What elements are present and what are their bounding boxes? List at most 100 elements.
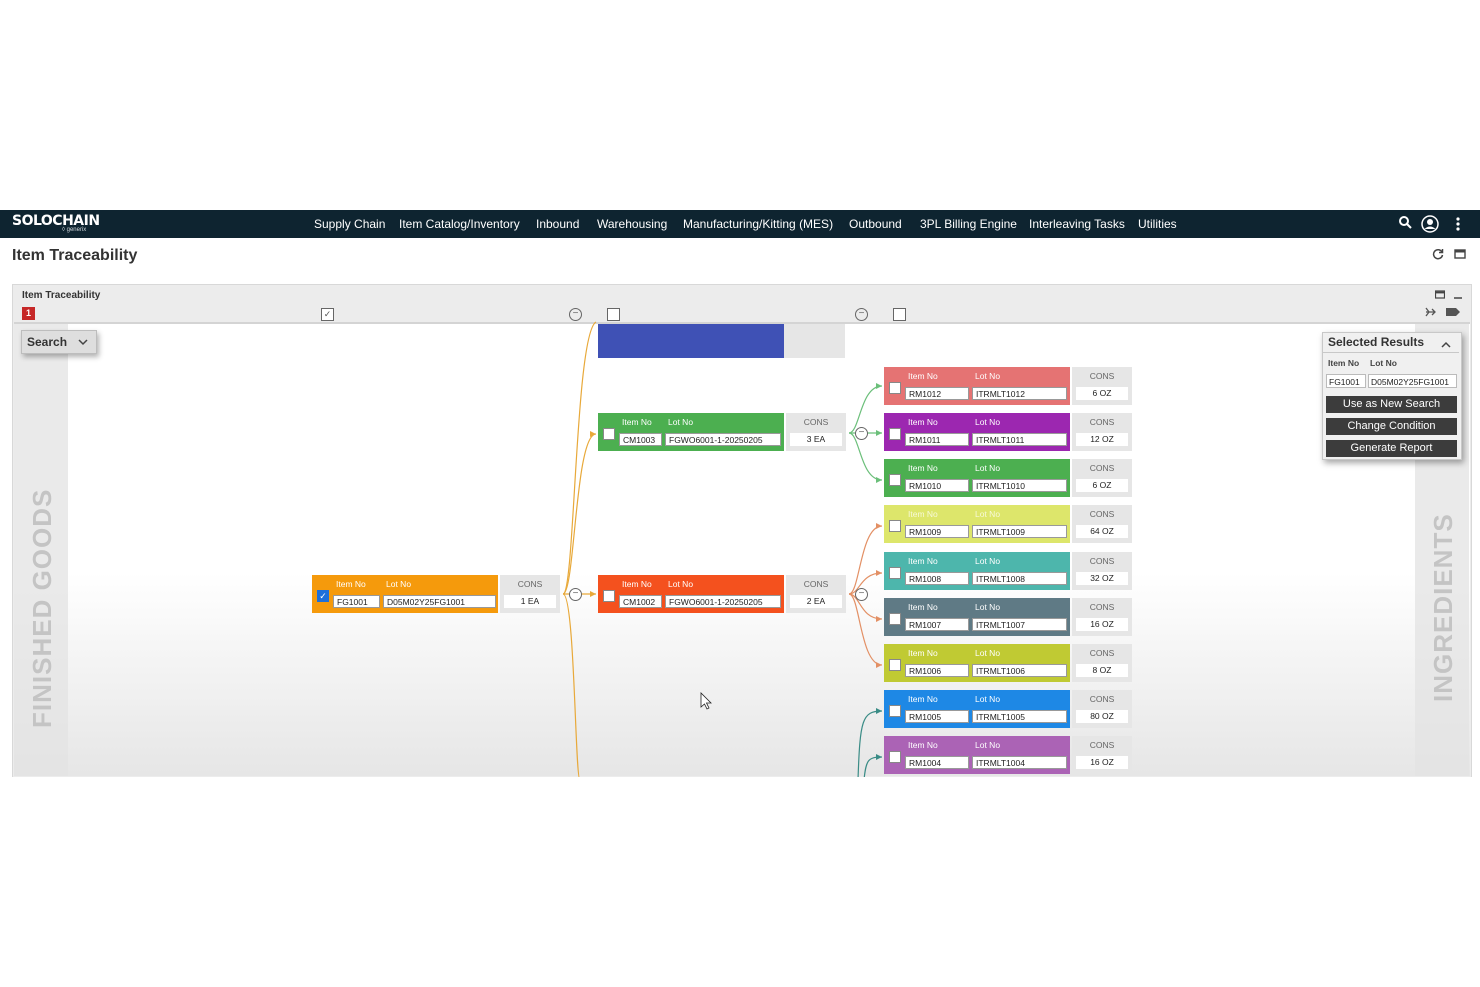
cons-value: 1 EA [504,595,556,608]
cons-box: CONS 64 OZ [1072,505,1132,543]
item-no-value: RM1005 [905,710,969,723]
cons-label: CONS [1089,740,1115,750]
trace-node-rm1009[interactable]: Item No Lot No RM1009 ITRMLT1009 CONS 64… [884,505,1132,543]
item-no-label: Item No [908,602,938,612]
item-no-label: Item No [908,371,938,381]
node-checkbox[interactable] [889,428,901,440]
item-no-label: Item No [908,694,938,704]
lot-no-label: Lot No [668,579,694,589]
change-condition-button[interactable]: Change Condition [1326,418,1457,435]
lot-no-label: Lot No [975,648,1001,658]
selected-col-lot-no: Lot No [1370,358,1397,368]
lot-no-value: ITRMLT1009 [972,525,1067,538]
trace-node-partial[interactable] [598,324,784,358]
cons-box: CONS 2 EA [786,575,846,613]
item-no-value: CM1003 [619,433,662,446]
lot-no-value: ITRMLT1011 [972,433,1067,446]
node-checkbox[interactable] [889,382,901,394]
lot-no-label: Lot No [975,602,1001,612]
cons-value: 12 OZ [1076,433,1128,446]
cons-box: CONS 32 OZ [1072,552,1132,590]
node-checkbox[interactable] [889,705,901,717]
cons-value: 2 EA [790,595,842,608]
lot-no-label: Lot No [975,694,1001,704]
lot-no-value: ITRMLT1005 [972,710,1067,723]
lot-no-label: Lot No [975,509,1001,519]
node-checkbox[interactable] [889,474,901,486]
node-checkbox[interactable] [603,428,615,440]
cons-label: CONS [803,417,829,427]
collapse-toggle[interactable]: − [569,588,582,601]
trace-node-rm1007[interactable]: Item No Lot No RM1007 ITRMLT1007 CONS 16… [884,598,1132,636]
item-no-value: RM1011 [905,433,969,446]
search-dropdown-button[interactable]: Search [21,330,97,354]
cons-value: 6 OZ [1076,387,1128,400]
item-no-label: Item No [908,417,938,427]
level1-connectors [562,321,597,781]
lot-no-label: Lot No [975,740,1001,750]
cons-box: CONS 6 OZ [1072,367,1132,405]
item-no-label: Item No [622,417,652,427]
item-no-value: RM1008 [905,572,969,585]
trace-node-rm1012[interactable]: Item No Lot No RM1012 ITRMLT1012 CONS 6 … [884,367,1132,405]
node-checkbox[interactable]: ✓ [317,590,329,602]
collapse-toggle[interactable]: − [855,427,868,440]
lot-no-value: D05M02Y25FG1001 [383,595,496,608]
trace-node-rm1008[interactable]: Item No Lot No RM1008 ITRMLT1008 CONS 32… [884,552,1132,590]
cons-value: 32 OZ [1076,572,1128,585]
node-checkbox[interactable] [889,659,901,671]
node-checkbox[interactable] [889,520,901,532]
item-no-label: Item No [336,579,366,589]
trace-node-rm1010[interactable]: Item No Lot No RM1010 ITRMLT1010 CONS 6 … [884,459,1132,497]
lot-no-value: FGWO6001-1-20250205 [665,595,781,608]
cons-label: CONS [517,579,543,589]
cons-value: 3 EA [790,433,842,446]
item-no-value: RM1009 [905,525,969,538]
cons-label: CONS [1089,509,1115,519]
item-no-value: RM1004 [905,756,969,769]
cons-value: 6 OZ [1076,479,1128,492]
item-no-label: Item No [908,509,938,519]
cons-box: CONS 16 OZ [1072,736,1132,774]
item-no-value: RM1010 [905,479,969,492]
use-as-new-search-button[interactable]: Use as New Search [1326,396,1457,413]
node-checkbox[interactable] [889,613,901,625]
item-no-value: RM1007 [905,618,969,631]
selected-results-title: Selected Results [1328,335,1425,349]
item-no-label: Item No [908,463,938,473]
generate-report-button[interactable]: Generate Report [1326,440,1457,457]
cons-box: CONS 80 OZ [1072,690,1132,728]
cons-box: CONS 8 OZ [1072,644,1132,682]
item-no-value: FG1001 [333,595,380,608]
trace-node-rm1005[interactable]: Item No Lot No RM1005 ITRMLT1005 CONS 80… [884,690,1132,728]
trace-node-cm1003[interactable]: Item No Lot No CM1003 FGWO6001-1-2025020… [598,413,846,451]
lot-no-label: Lot No [975,371,1001,381]
lot-no-label: Lot No [975,417,1001,427]
page-bottom-area [0,777,1480,987]
item-no-value: RM1012 [905,387,969,400]
lot-no-label: Lot No [975,556,1001,566]
lot-no-value: ITRMLT1010 [972,479,1067,492]
mouse-cursor-icon [700,692,712,710]
collapse-toggle[interactable]: − [855,588,868,601]
trace-node-rm1011[interactable]: Item No Lot No RM1011 ITRMLT1011 CONS 12… [884,413,1132,451]
lot-no-value: ITRMLT1012 [972,387,1067,400]
node-checkbox[interactable] [603,590,615,602]
lower-connectors [857,710,883,781]
selected-item-no-value: FG1001 [1326,374,1366,388]
node-checkbox[interactable] [889,751,901,763]
node-checkbox[interactable] [889,567,901,579]
trace-node-rm1004[interactable]: Item No Lot No RM1004 ITRMLT1004 CONS 16… [884,736,1132,774]
trace-node-cm1002[interactable]: Item No Lot No CM1002 FGWO6001-1-2025020… [598,575,846,613]
trace-node-rm1006[interactable]: Item No Lot No RM1006 ITRMLT1006 CONS 8 … [884,644,1132,682]
cons-label: CONS [1089,371,1115,381]
selected-results-divider [1323,352,1459,353]
cons-value: 8 OZ [1076,664,1128,677]
cons-label: CONS [1089,694,1115,704]
cons-label: CONS [803,579,829,589]
cons-value: 64 OZ [1076,525,1128,538]
cons-label: CONS [1089,648,1115,658]
trace-node-fg1001[interactable]: ✓ Item No Lot No FG1001 D05M02Y25FG1001 … [312,575,560,613]
item-no-label: Item No [908,740,938,750]
selected-lot-no-value: D05M02Y25FG1001 [1368,374,1457,388]
